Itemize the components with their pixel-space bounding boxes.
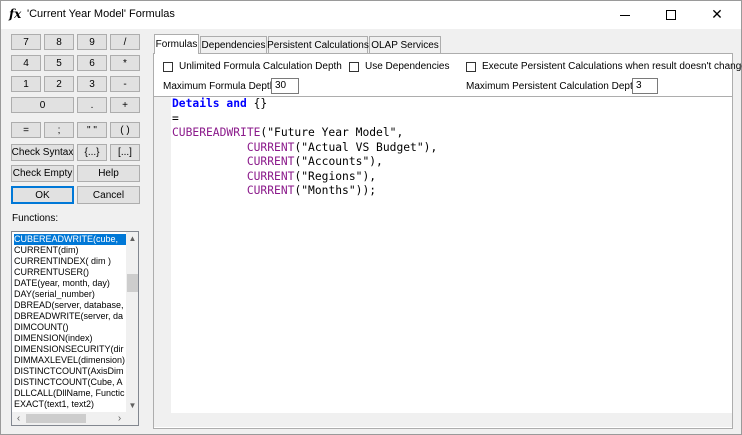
key-3[interactable]: 3 [77,76,107,92]
key-8[interactable]: 8 [44,34,74,50]
checkbox-box[interactable] [466,61,476,72]
function-item[interactable]: CURRENT(dim) [14,245,126,256]
tab-formulas[interactable]: Formulas [154,34,199,54]
checkbox-box[interactable] [349,61,359,72]
max-persistent-depth-label: Maximum Persistent Calculation Depth: [466,81,642,92]
function-item[interactable]: DIMMAXLEVEL(dimension) [14,355,126,366]
tab-dependencies[interactable]: Dependencies [200,36,267,53]
code-keyword: and [226,97,247,110]
scrollbar-corner [126,412,138,425]
function-item[interactable]: DBREAD(server, database, [14,300,126,311]
key-divide[interactable]: / [110,34,140,50]
function-item[interactable]: DLLCALL(DllName, Functic [14,388,126,399]
key-parentheses[interactable]: ( ) [110,122,140,138]
function-item[interactable]: DISTINCTCOUNT(AxisDim [14,366,126,377]
max-persistent-depth-input[interactable]: 3 [632,78,658,94]
code-function: CURRENT [246,140,295,154]
scroll-left-icon[interactable]: ‹ [12,412,25,425]
close-icon: ✕ [711,7,723,23]
function-item[interactable]: DATE(year, month, day) [14,278,126,289]
code-keyword: Details [172,97,220,110]
max-formula-depth-input[interactable]: 30 [271,78,299,94]
check-empty-button[interactable]: Check Empty [11,165,74,182]
code-function: CUBEREADWRITE [172,126,261,139]
code-function: CURRENT [246,169,295,183]
title-bar: fx 'Current Year Model' Formulas ✕ [1,1,741,29]
checkbox-box[interactable] [163,61,173,72]
code-text: ("Actual VS Budget"), [294,140,438,154]
ok-button[interactable]: OK [11,186,74,204]
maximize-button[interactable] [648,1,694,29]
close-button[interactable]: ✕ [694,1,740,29]
key-5[interactable]: 5 [44,55,74,71]
tab-olap-services[interactable]: OLAP Services [369,36,441,53]
functions-vertical-scrollbar[interactable]: ▲ ▼ [126,232,138,412]
help-button[interactable]: Help [77,165,140,182]
key-2[interactable]: 2 [44,76,74,92]
function-item[interactable]: CUBEREADWRITE(cube, [14,234,126,245]
function-item[interactable]: DIMENSIONSECURITY(dir [14,344,126,355]
formulas-dialog: fx 'Current Year Model' Formulas ✕ 7 8 9… [0,0,742,435]
key-minus[interactable]: - [110,76,140,92]
max-formula-depth-label: Maximum Formula Depth: [163,81,279,92]
use-dependencies-label: Use Dependencies [365,61,450,72]
key-7[interactable]: 7 [11,34,41,50]
key-6[interactable]: 6 [77,55,107,71]
function-item[interactable]: CURRENTINDEX( dim ) [14,256,126,267]
key-0[interactable]: 0 [11,97,74,113]
code-function: CURRENT [246,155,295,168]
code-text: ("Future Year Model", [260,126,404,139]
scroll-right-icon[interactable]: › [113,412,126,425]
unlimited-depth-label: Unlimited Formula Calculation Depth [179,61,342,72]
function-item[interactable]: DIMCOUNT() [14,322,126,333]
code-function: CURRENT [246,184,295,197]
editor-gutter [154,97,171,413]
minimize-button[interactable] [602,1,648,29]
braces-button[interactable]: {...} [77,144,107,161]
function-item[interactable]: CURRENTUSER() [14,267,126,278]
formula-editor[interactable]: Details and {} = CUBEREADWRITE("Future Y… [154,96,732,427]
brackets-button[interactable]: [...] [110,144,140,161]
code-text: = [172,111,179,125]
scroll-thumb[interactable] [127,274,138,292]
key-1[interactable]: 1 [11,76,41,92]
maximize-icon [666,10,676,20]
functions-label: Functions: [12,213,59,224]
check-syntax-button[interactable]: Check Syntax [11,144,74,161]
key-4[interactable]: 4 [11,55,41,71]
tab-persistent-calculations[interactable]: Persistent Calculations [267,36,369,53]
key-semicolon[interactable]: ; [44,122,74,138]
scroll-up-icon[interactable]: ▲ [126,232,138,245]
code-text: ("Months")); [294,184,377,197]
cancel-button[interactable]: Cancel [77,186,140,204]
formula-code[interactable]: Details and {} = CUBEREADWRITE("Future Y… [172,97,437,199]
functions-listbox[interactable]: CUBEREADWRITE(cube, CURRENT(dim) CURRENT… [11,231,139,426]
function-item[interactable]: DIMENSION(index) [14,333,126,344]
code-text: ("Regions"), [294,169,377,183]
editor-status-strip [154,413,732,427]
function-item[interactable]: DAY(serial_number) [14,289,126,300]
scroll-thumb[interactable] [26,414,86,423]
window-title: 'Current Year Model' Formulas [27,8,175,20]
key-decimal[interactable]: . [77,97,107,113]
function-item[interactable]: DISTINCTCOUNT(Cube, A [14,377,126,388]
function-item[interactable]: DBREADWRITE(server, da [14,311,126,322]
fx-icon: fx [9,7,22,21]
execute-persistent-checkbox[interactable]: Execute Persistent Calculations when res… [466,61,742,72]
code-text: ("Accounts"), [294,155,383,168]
key-multiply[interactable]: * [110,55,140,71]
use-dependencies-checkbox[interactable]: Use Dependencies [349,61,450,72]
function-item[interactable]: EXACT(text1, text2) [14,399,126,410]
functions-horizontal-scrollbar[interactable]: ‹ › [12,412,126,425]
scroll-down-icon[interactable]: ▼ [126,399,138,412]
key-quotes[interactable]: " " [77,122,107,138]
minimize-icon [620,14,630,16]
unlimited-depth-checkbox[interactable]: Unlimited Formula Calculation Depth [163,61,342,72]
key-equals[interactable]: = [11,122,41,138]
code-text: {} [246,97,268,110]
execute-persistent-label: Execute Persistent Calculations when res… [482,61,742,72]
key-plus[interactable]: + [110,97,140,113]
key-9[interactable]: 9 [77,34,107,50]
